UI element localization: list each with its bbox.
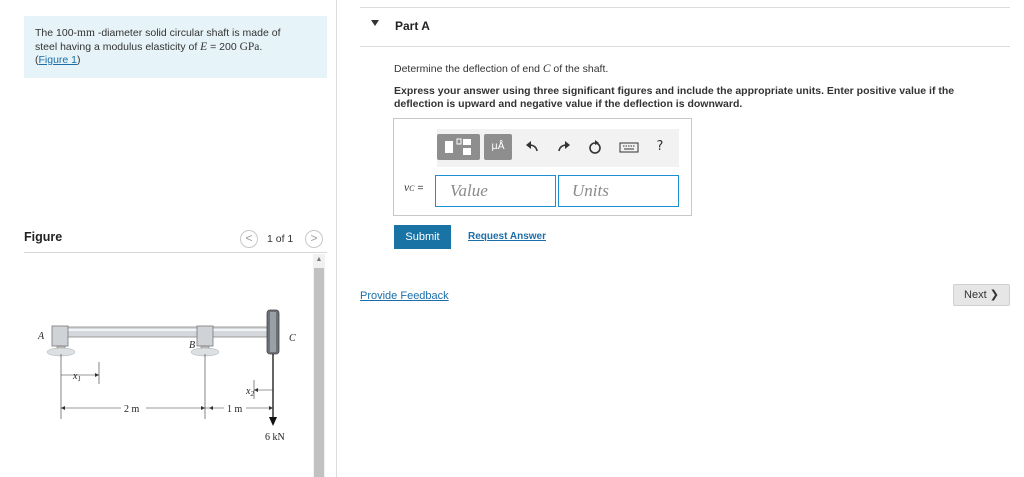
undo-icon[interactable] — [523, 137, 541, 157]
keyboard-icon[interactable] — [618, 137, 640, 157]
label-dim-2m: 2 m — [124, 404, 140, 415]
figure-link-line: (Figure 1) — [35, 54, 81, 66]
chevron-left-icon[interactable]: < — [240, 230, 258, 248]
next-button[interactable]: Next ❯ — [953, 284, 1010, 306]
label-load: 6 kN — [265, 432, 285, 443]
chevron-right-icon[interactable]: > — [305, 230, 323, 248]
chevron-right-icon: ❯ — [989, 289, 999, 301]
reset-icon[interactable] — [586, 137, 604, 157]
question-var: C — [542, 63, 551, 75]
collapse-triangle-icon[interactable] — [371, 20, 379, 26]
answer-instructions: Express your answer using three signific… — [394, 85, 955, 110]
figure-header: Figure < 1 of 1 > — [24, 227, 327, 253]
part-title: Part A — [395, 19, 430, 33]
shaft-diagram: A B C x1 x2 2 m 1 m 6 kN — [37, 309, 296, 443]
figure-page-indicator: 1 of 1 — [267, 233, 294, 245]
request-answer-link[interactable]: Request Answer — [468, 231, 546, 242]
question-text: Determine the deflection of end C of the… — [394, 63, 609, 75]
label-x1: x1 — [72, 371, 81, 383]
units-input[interactable] — [558, 175, 679, 207]
problem-statement: The 100-mm -diameter solid circular shaf… — [24, 16, 327, 78]
value-input[interactable] — [435, 175, 556, 207]
column-divider — [336, 0, 337, 477]
part-a-header[interactable]: Part A — [360, 7, 1010, 47]
label-b: B — [189, 340, 195, 351]
math-toolbar: μÅ ? — [437, 129, 679, 167]
next-label: Next — [964, 289, 987, 301]
help-icon[interactable]: ? — [651, 137, 669, 157]
label-a: A — [37, 331, 45, 342]
redo-icon[interactable] — [555, 137, 573, 157]
scroll-thumb[interactable] — [314, 268, 324, 477]
label-x2: x2 — [245, 386, 254, 398]
unit-gpa: GPa — [239, 40, 260, 53]
bearing-b — [196, 325, 214, 347]
variable-label: vC = — [404, 182, 424, 194]
shaft-figure: A B C x1 x2 2 m 1 m 6 kN — [24, 254, 314, 477]
problem-line-1: The 100-mm -diameter solid circular shaf… — [35, 27, 281, 39]
units-symbol-button[interactable]: μÅ — [484, 134, 512, 160]
unit-mm: mm — [77, 27, 95, 39]
label-c: C — [289, 333, 296, 344]
figure-title: Figure — [24, 230, 63, 244]
figure-link[interactable]: Figure 1 — [39, 54, 78, 66]
submit-button[interactable]: Submit — [394, 225, 451, 249]
provide-feedback-link[interactable]: Provide Feedback — [360, 290, 449, 302]
template-icon[interactable] — [437, 134, 480, 160]
shaft — [53, 326, 277, 338]
scroll-up-icon[interactable]: ▲ — [313, 254, 325, 266]
label-dim-1m: 1 m — [227, 404, 243, 415]
problem-line-2: steel having a modulus elasticity of E =… — [35, 40, 263, 53]
figure-scrollbar[interactable]: ▲ — [313, 254, 325, 477]
answer-box: μÅ ? vC = — [393, 118, 692, 216]
bearing-a — [51, 325, 69, 347]
load-arrow — [269, 417, 277, 426]
